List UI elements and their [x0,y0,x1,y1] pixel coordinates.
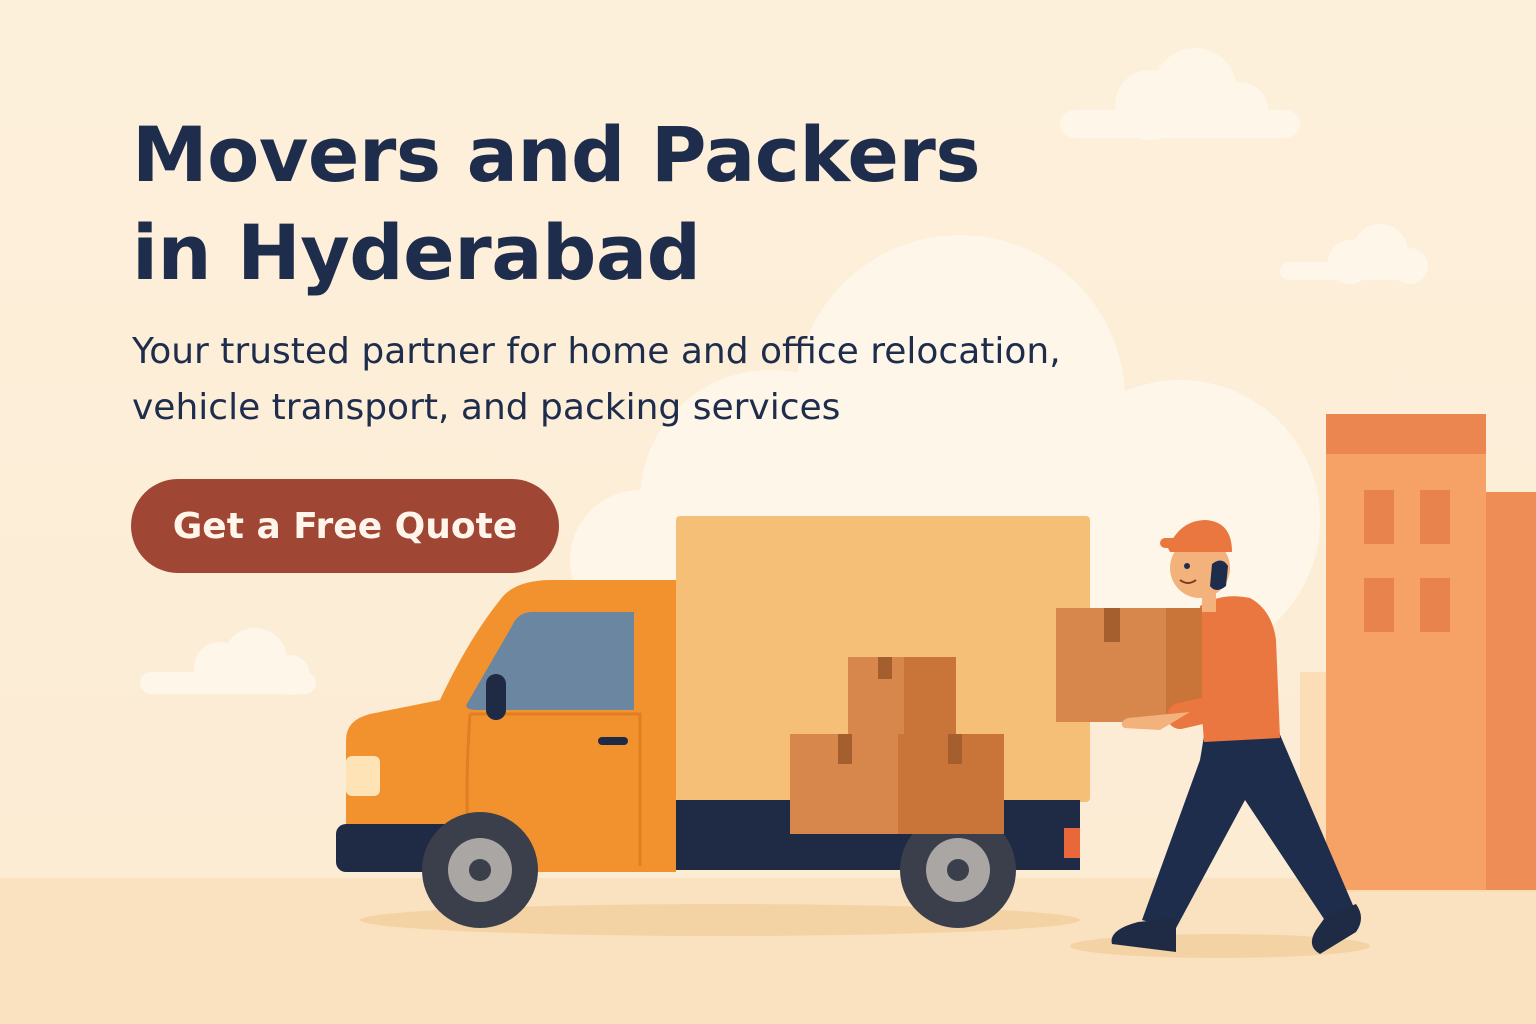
page-title: Movers and Packers in Hyderabad [132,106,981,302]
hero-subtitle: Your trusted partner for home and office… [132,324,1061,436]
truck-icon [336,516,1090,928]
cloud-icon [1280,224,1428,284]
hero-banner: Movers and Packers in Hyderabad Your tru… [0,0,1536,1024]
building-icon [1326,414,1536,890]
cloud-icon [140,628,316,695]
title-line-2: in Hyderabad [132,208,701,297]
cloud-icon [1060,48,1300,140]
title-line-1: Movers and Packers [132,110,981,199]
get-free-quote-button[interactable]: Get a Free Quote [131,479,559,573]
subtitle-line-1: Your trusted partner for home and office… [132,331,1061,372]
subtitle-line-2: vehicle transport, and packing services [132,387,841,428]
